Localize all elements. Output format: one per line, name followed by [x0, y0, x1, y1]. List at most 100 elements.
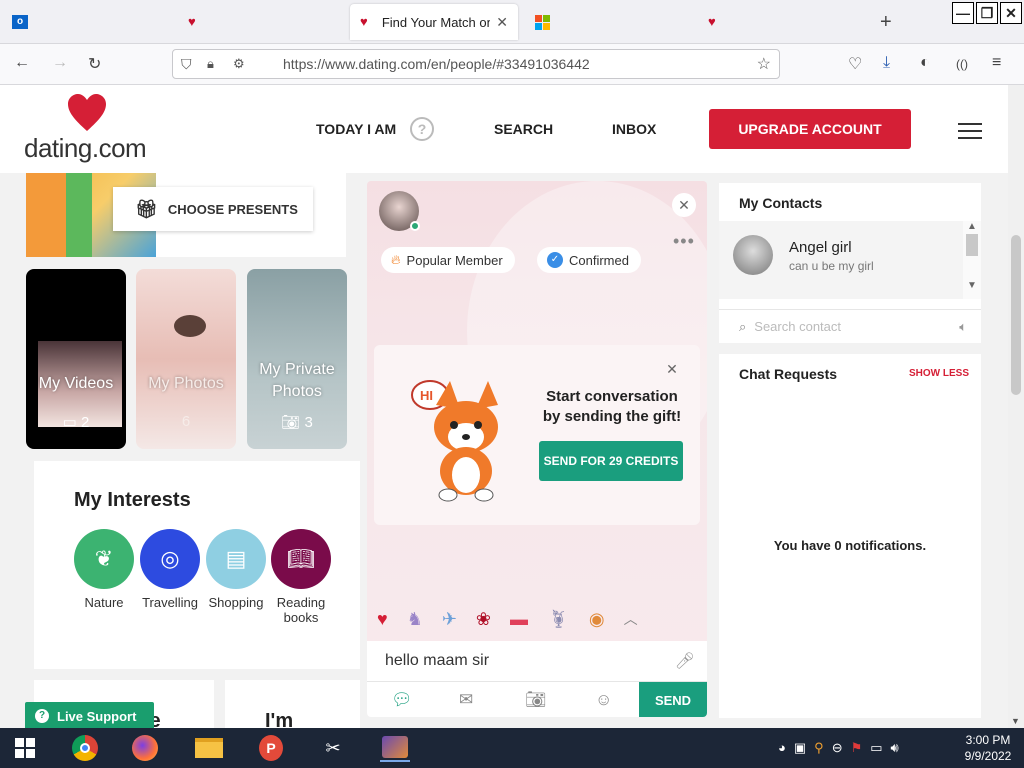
my-private-photos-count: 📷︎ 3 [247, 413, 347, 431]
browser-tab-bar: o ♥ ♥ Find Your Match on D ✕ ♥ + — ❐ ✕ [0, 0, 1024, 44]
page-scrollbar[interactable]: ▼ [1008, 85, 1024, 728]
url-text[interactable]: https://www.dating.com/en/people/#334910… [283, 56, 590, 72]
scroll-thumb[interactable] [966, 234, 978, 256]
tray-flag-icon[interactable]: ⚑ [851, 740, 863, 756]
interest-nature[interactable]: ❦ Nature [74, 529, 134, 610]
photo-eye-image [174, 315, 206, 337]
help-circle-icon: ? [35, 709, 49, 723]
chrome-icon[interactable] [70, 734, 100, 762]
video-count-value: 2 [81, 414, 90, 431]
my-videos-tile[interactable]: My Videos ▭ 2 [26, 269, 126, 449]
message-input[interactable]: hello maam sir 🎤︎ [367, 641, 707, 681]
scroll-down-icon[interactable]: ▼ [963, 280, 981, 291]
download-icon[interactable]: ⤓ [883, 54, 890, 72]
live-support-button[interactable]: ? Live Support [25, 702, 154, 728]
snipping-tool-icon[interactable]: ✂ [318, 734, 348, 762]
emoji-icon[interactable]: ☺ [595, 690, 612, 710]
interests-title: My Interests [74, 489, 191, 511]
tray-network-app-icon[interactable]: ◕ [778, 740, 786, 756]
microphone-icon[interactable]: 🎤︎ [675, 651, 695, 671]
windows-start-icon[interactable] [10, 734, 40, 762]
heart-icon: ♥ [708, 14, 716, 29]
paint-icon[interactable]: P [256, 734, 286, 762]
tray-search-icon[interactable]: ⚲ [814, 740, 824, 756]
send-for-credits-button[interactable]: SEND FOR 29 CREDITS [539, 441, 683, 481]
window-controls: — ❐ ✕ [952, 2, 1022, 24]
more-options-icon[interactable]: ••• [673, 231, 695, 252]
rose-gift-icon[interactable]: ❀ [476, 609, 491, 630]
nav-inbox[interactable]: INBOX [612, 121, 656, 137]
tray-app-icon[interactable]: ▣ [794, 740, 806, 756]
tray-minus-icon[interactable]: ⊖ [832, 740, 843, 756]
my-private-photos-tile[interactable]: My Private Photos 📷︎ 3 [247, 269, 347, 449]
shield-icon[interactable]: ⛉ [181, 56, 192, 73]
system-clock[interactable]: 3:00 PM 9/9/2022 [956, 732, 1020, 764]
close-chat-icon[interactable]: ✕ [672, 193, 696, 217]
extension-icon[interactable]: ◐ [920, 54, 930, 72]
reader-icon[interactable]: (() [956, 57, 968, 71]
show-less-link[interactable]: SHOW LESS [909, 368, 969, 379]
interest-travelling[interactable]: ◎ Travelling [140, 529, 200, 610]
unicorn-gift-icon[interactable]: ♞ [407, 609, 423, 630]
heart-icon: ♥ [188, 14, 196, 29]
tab-outlook[interactable]: o [2, 4, 38, 40]
logo-text[interactable]: dating.com [24, 133, 147, 164]
firefox-icon[interactable] [130, 734, 160, 762]
fishbowl-gift-icon[interactable]: ◉ [589, 609, 605, 630]
back-icon[interactable]: ← [14, 54, 30, 72]
candy-gift-icon[interactable]: ▬ [510, 609, 528, 630]
close-window-icon[interactable]: ✕ [1000, 2, 1022, 24]
url-bar[interactable]: ⛉ 🔒︎ ⚙ https://www.dating.com/en/people/… [172, 49, 780, 79]
upgrade-account-button[interactable]: UPGRADE ACCOUNT [709, 109, 911, 149]
corgi-hi-sticker-icon[interactable]: HI [406, 375, 516, 505]
interest-label: Nature [84, 595, 124, 610]
tab-dating-1[interactable]: ♥ [178, 4, 210, 40]
forward-icon[interactable]: → [52, 54, 68, 72]
reload-icon[interactable]: ↻ [88, 54, 101, 74]
send-button[interactable]: SEND [639, 682, 707, 717]
my-photos-tile[interactable]: My Photos 6 [136, 269, 236, 449]
menu-icon[interactable]: ≡ [992, 54, 1001, 72]
hamburger-menu-icon[interactable] [958, 123, 982, 139]
plane-gift-icon[interactable]: ✈ [442, 609, 457, 630]
lock-icon[interactable]: 🔒︎ [207, 56, 214, 72]
page-scroll-thumb[interactable] [1011, 235, 1021, 395]
close-tab-icon[interactable]: ✕ [496, 14, 508, 31]
scroll-up-icon[interactable]: ▲ [963, 221, 981, 232]
nav-today-i-am[interactable]: TODAY I AM [316, 121, 396, 137]
drink-gift-icon[interactable]: 🍹︎ [547, 609, 570, 630]
tab-dating-2[interactable]: ♥ [698, 4, 730, 40]
verified-icon: ✓ [547, 252, 563, 268]
contacts-scrollbar[interactable]: ▲ ▼ [963, 221, 981, 299]
contact-item[interactable]: Angel girl can u be my girl [719, 221, 963, 299]
chat-bubble-icon[interactable]: 💬︎ [391, 690, 413, 710]
browser-nav-bar: ← → ↻ ⛉ 🔒︎ ⚙ https://www.dating.com/en/p… [0, 44, 1024, 85]
page-scroll-down-icon[interactable]: ▼ [1011, 716, 1020, 726]
camera-icon[interactable]: 📷︎ [525, 690, 547, 710]
app-icon[interactable] [380, 734, 410, 762]
volume-icon[interactable]: 🔊︎ [891, 740, 899, 756]
nav-search[interactable]: SEARCH [494, 121, 553, 137]
heart-gift-icon[interactable]: ♥ [377, 609, 388, 630]
interest-shopping[interactable]: ▤ Shopping [206, 529, 266, 610]
minimize-icon[interactable]: — [952, 2, 974, 24]
interest-reading-books[interactable]: 📖︎ Reading books [271, 529, 331, 625]
gift-card: 🎁︎ CHOOSE PRESENTS [26, 173, 346, 257]
help-icon[interactable]: ? [410, 117, 434, 141]
search-contact-input[interactable]: ⌕ Search contact 🔈︎ [719, 309, 981, 343]
logo-heart-icon[interactable] [66, 93, 108, 133]
permissions-icon[interactable]: ⚙ [233, 56, 245, 72]
bookmark-star-icon[interactable]: ☆ [757, 54, 771, 74]
mail-icon[interactable]: ✉ [459, 690, 473, 710]
tab-dating-active[interactable]: ♥ Find Your Match on D ✕ [350, 4, 518, 40]
expand-gifts-icon[interactable]: ︿ [624, 609, 638, 629]
pocket-icon[interactable]: ♡ [848, 54, 862, 74]
file-explorer-icon[interactable] [194, 734, 224, 762]
new-tab-button[interactable]: + [870, 4, 902, 40]
network-icon[interactable]: ▭ [870, 740, 882, 756]
restore-icon[interactable]: ❐ [976, 2, 998, 24]
tab-microsoft[interactable] [525, 4, 560, 40]
speaker-icon[interactable]: 🔈︎ [959, 319, 967, 335]
choose-presents-button[interactable]: 🎁︎ CHOOSE PRESENTS [113, 187, 313, 231]
close-gift-icon[interactable]: ✕ [662, 359, 682, 379]
